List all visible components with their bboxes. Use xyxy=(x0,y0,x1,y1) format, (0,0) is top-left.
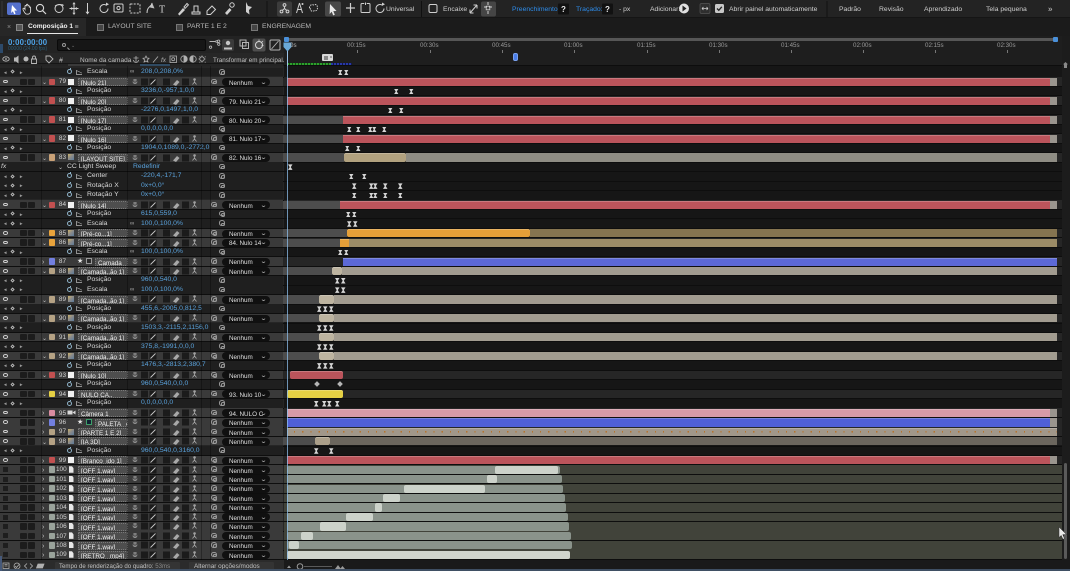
svg-text:Traçado:: Traçado: xyxy=(576,6,603,13)
svg-text:Universal: Universal xyxy=(386,6,415,13)
svg-text:»: » xyxy=(1048,5,1053,14)
svg-text:Tela pequena: Tela pequena xyxy=(986,6,1027,13)
svg-text:Revisão: Revisão xyxy=(879,6,904,13)
svg-text:Adicionar:: Adicionar: xyxy=(650,6,680,13)
svg-text:T: T xyxy=(159,5,165,16)
svg-text:Encaixe: Encaixe xyxy=(443,6,467,13)
svg-text:?: ? xyxy=(605,5,610,14)
svg-text:Abrir painel automaticamente: Abrir painel automaticamente xyxy=(729,6,818,13)
svg-text:Preenchimento:: Preenchimento: xyxy=(512,6,560,13)
svg-text:- px: - px xyxy=(619,6,631,13)
svg-text:Aprendizado: Aprendizado xyxy=(924,6,962,13)
svg-text:?: ? xyxy=(561,5,566,14)
svg-text:Padrão: Padrão xyxy=(839,6,861,13)
